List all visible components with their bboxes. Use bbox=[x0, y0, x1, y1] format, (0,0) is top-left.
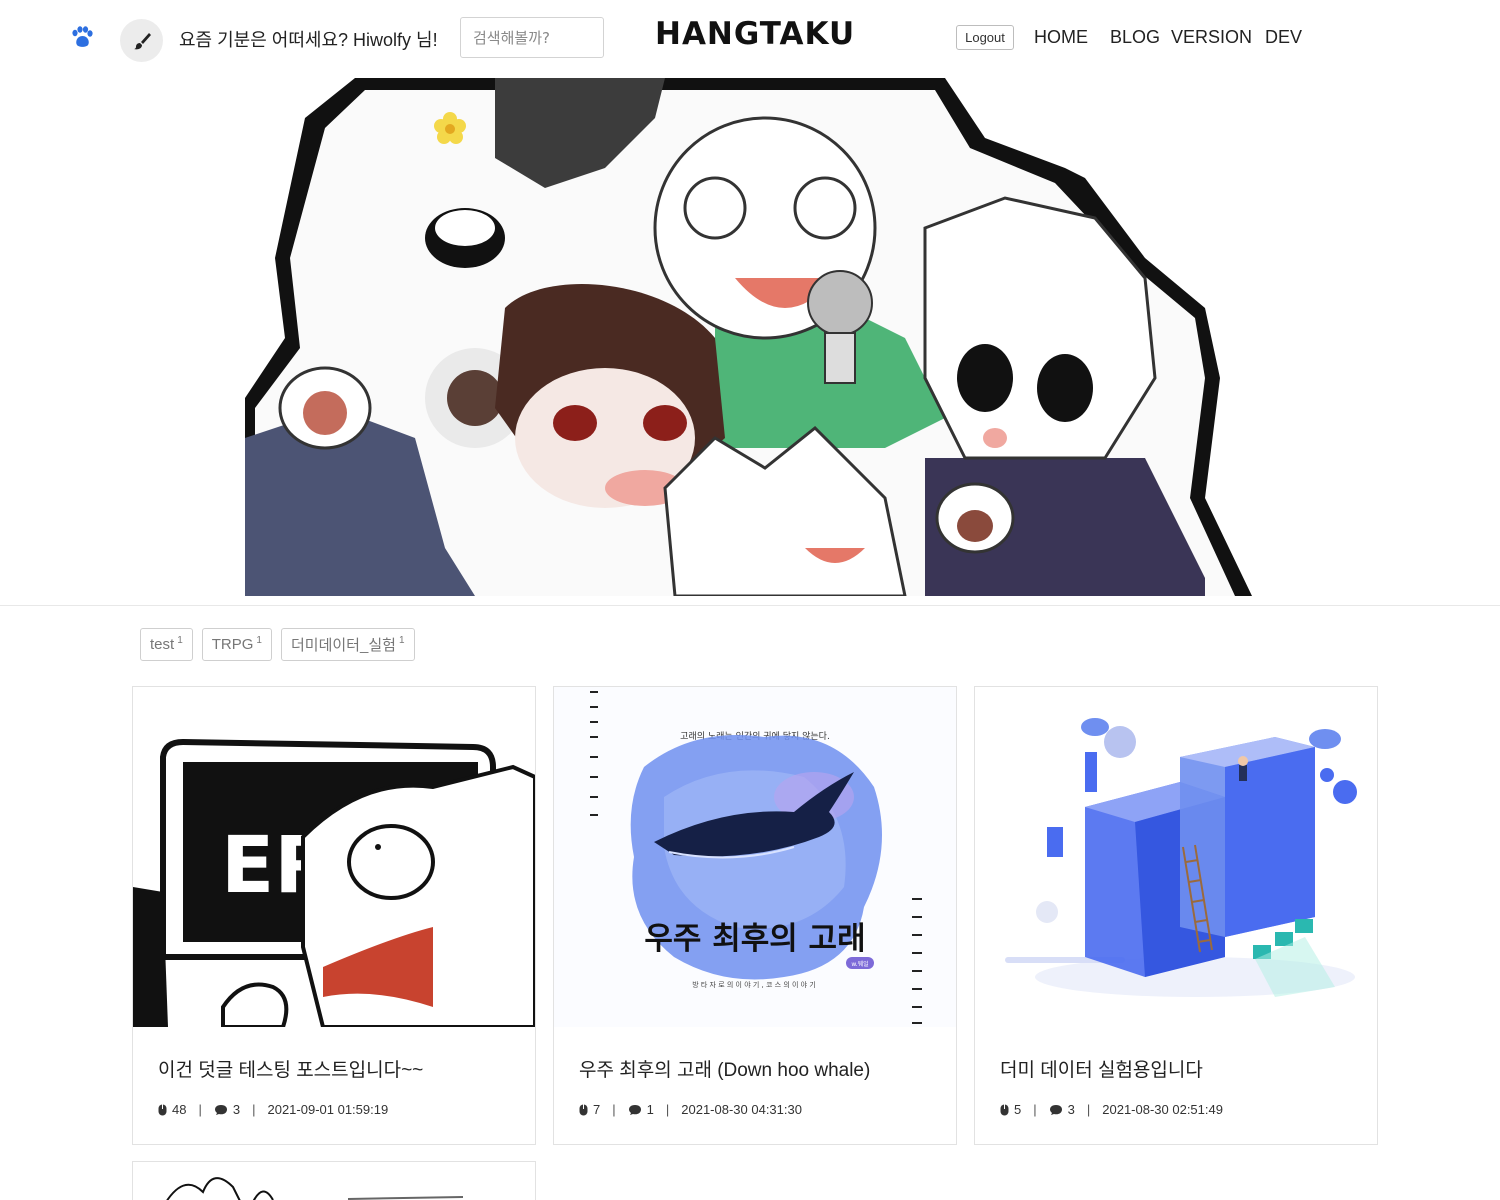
search-input[interactable] bbox=[460, 17, 604, 58]
nav-dev[interactable]: DEV bbox=[1265, 27, 1302, 48]
meta-separator: | bbox=[1033, 1102, 1037, 1117]
meta-separator: | bbox=[198, 1102, 202, 1117]
mood-greeting: 요즘 기분은 어떠세요? Hiwolfy 님! bbox=[179, 30, 438, 50]
top-header: 요즘 기분은 어떠세요? Hiwolfy 님! HANGTAKU Logout … bbox=[0, 0, 1500, 76]
tag-count: 1 bbox=[177, 635, 183, 646]
comment-count: 3 bbox=[1067, 1102, 1075, 1117]
post-thumbnail: 고래의 노래는 인간의 귀에 닿지 않는다. 우주 최후의 고래 w.웨일 방 … bbox=[554, 687, 956, 1027]
comment-icon bbox=[628, 1104, 641, 1115]
post-title[interactable]: 우주 최후의 고래 (Down hoo whale) bbox=[579, 1055, 870, 1082]
post-date: 2021-08-30 04:31:30 bbox=[681, 1102, 802, 1117]
site-logo[interactable]: HANGTAKU bbox=[655, 16, 855, 52]
post-meta: 7 | 1 | 2021-08-30 04:31:30 bbox=[579, 1102, 802, 1117]
logout-button[interactable]: Logout bbox=[956, 25, 1014, 50]
tag-dummy-data[interactable]: 더미데이터_실험 1 bbox=[280, 628, 415, 661]
view-count: 7 bbox=[593, 1102, 601, 1117]
tag-count: 1 bbox=[398, 635, 405, 646]
view-count: 48 bbox=[172, 1102, 187, 1117]
post-date: 2021-09-01 01:59:19 bbox=[267, 1102, 389, 1117]
post-meta: 5 | 3 | 2021-08-30 02:51:49 bbox=[1000, 1102, 1223, 1117]
nav-version[interactable]: VERSION bbox=[1171, 27, 1252, 48]
post-thumbnail bbox=[975, 687, 1377, 1027]
meta-separator: | bbox=[252, 1102, 256, 1117]
mouse-icon bbox=[579, 1104, 588, 1115]
post-title[interactable]: 이건 덧글 테스팅 포스트입니다~~ bbox=[158, 1055, 423, 1082]
brush-icon bbox=[133, 32, 151, 49]
comment-icon bbox=[214, 1104, 227, 1115]
tag-trpg[interactable]: TRPG 1 bbox=[201, 628, 272, 661]
tag-label: TRPG bbox=[211, 636, 254, 653]
thumbnail-title: 우주 최후의 고래 bbox=[644, 921, 865, 957]
post-card[interactable]: 고래의 노래는 인간의 귀에 닿지 않는다. 우주 최후의 고래 w.웨일 방 … bbox=[553, 686, 957, 1145]
tag-filter-bar: test 1 TRPG 1 더미데이터_실험 1 bbox=[140, 628, 415, 661]
post-thumbnail bbox=[166, 1177, 464, 1200]
nav-home[interactable]: HOME bbox=[1034, 27, 1088, 48]
thumbnail-badge: w.웨일 bbox=[851, 960, 868, 968]
meta-separator: | bbox=[665, 1102, 670, 1117]
mouse-icon bbox=[1000, 1104, 1009, 1115]
comment-count: 3 bbox=[232, 1102, 241, 1117]
paw-icon[interactable] bbox=[70, 26, 94, 48]
nav-blog[interactable]: BLOG bbox=[1110, 27, 1160, 48]
post-date: 2021-08-30 02:51:49 bbox=[1102, 1102, 1223, 1117]
tag-label: test bbox=[150, 636, 175, 653]
tag-label: 더미데이터_실험 bbox=[290, 637, 396, 654]
view-count: 5 bbox=[1014, 1102, 1022, 1117]
meta-separator: | bbox=[1086, 1102, 1091, 1117]
meta-separator: | bbox=[612, 1102, 616, 1117]
hero-banner-illustration bbox=[245, 78, 1252, 596]
post-card[interactable] bbox=[132, 1161, 536, 1200]
post-meta: 48 | 3 | 2021-09-01 01:59:19 bbox=[158, 1102, 388, 1117]
post-card[interactable]: 더미 데이터 실험용입니다 5 | 3 | 2021-08-30 02:51:4… bbox=[974, 686, 1378, 1145]
post-title[interactable]: 더미 데이터 실험용입니다 bbox=[1000, 1055, 1203, 1082]
tag-count: 1 bbox=[256, 635, 262, 646]
hero-divider bbox=[0, 605, 1500, 606]
comment-count: 1 bbox=[646, 1102, 654, 1117]
mouse-icon bbox=[158, 1104, 167, 1115]
thumbnail-subtitle: 방 타 자 로 의 이 야 기 , 코 스 의 이 야 기 bbox=[692, 980, 816, 989]
post-thumbnail: ERR bbox=[133, 687, 535, 1027]
comment-icon bbox=[1049, 1104, 1062, 1115]
post-card[interactable]: ERR 이건 덧글 테스팅 포스트입니다~~ 48 | 3 | 2021-09-… bbox=[132, 686, 536, 1145]
tag-test[interactable]: test 1 bbox=[140, 628, 193, 661]
mood-brush-button[interactable] bbox=[120, 19, 163, 62]
